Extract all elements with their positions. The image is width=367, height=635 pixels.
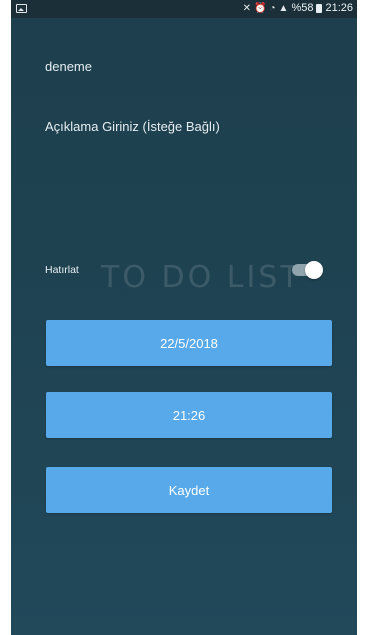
remind-toggle[interactable] (292, 261, 323, 279)
battery-icon (316, 3, 323, 13)
title-input[interactable]: deneme (45, 59, 92, 74)
toggle-knob (305, 261, 323, 279)
wifi-icon: ◔ (269, 2, 276, 14)
status-time: 21:26 (325, 2, 353, 14)
remind-label: Hatırlat (45, 264, 79, 276)
alarm-icon: ⏰ (254, 2, 267, 14)
status-icons: ✕ ⏰ ◔ ▲ %58 21:26 (243, 2, 353, 14)
status-bar: ✕ ⏰ ◔ ▲ %58 21:26 (11, 0, 357, 18)
time-picker-button[interactable]: 21:26 (46, 392, 332, 438)
todo-watermark: TO DO LIST (101, 260, 302, 295)
battery-percent: %58 (291, 2, 314, 14)
mute-icon: ✕ (242, 2, 252, 14)
date-picker-button[interactable]: 22/5/2018 (46, 320, 332, 366)
save-button[interactable]: Kaydet (46, 467, 332, 513)
description-input[interactable]: Açıklama Giriniz (İsteğe Bağlı) (45, 119, 220, 134)
signal-icon: ▲ (278, 2, 289, 14)
app-screen: ✕ ⏰ ◔ ▲ %58 21:26 deneme Açıklama Girini… (11, 0, 357, 635)
image-icon (16, 4, 27, 13)
